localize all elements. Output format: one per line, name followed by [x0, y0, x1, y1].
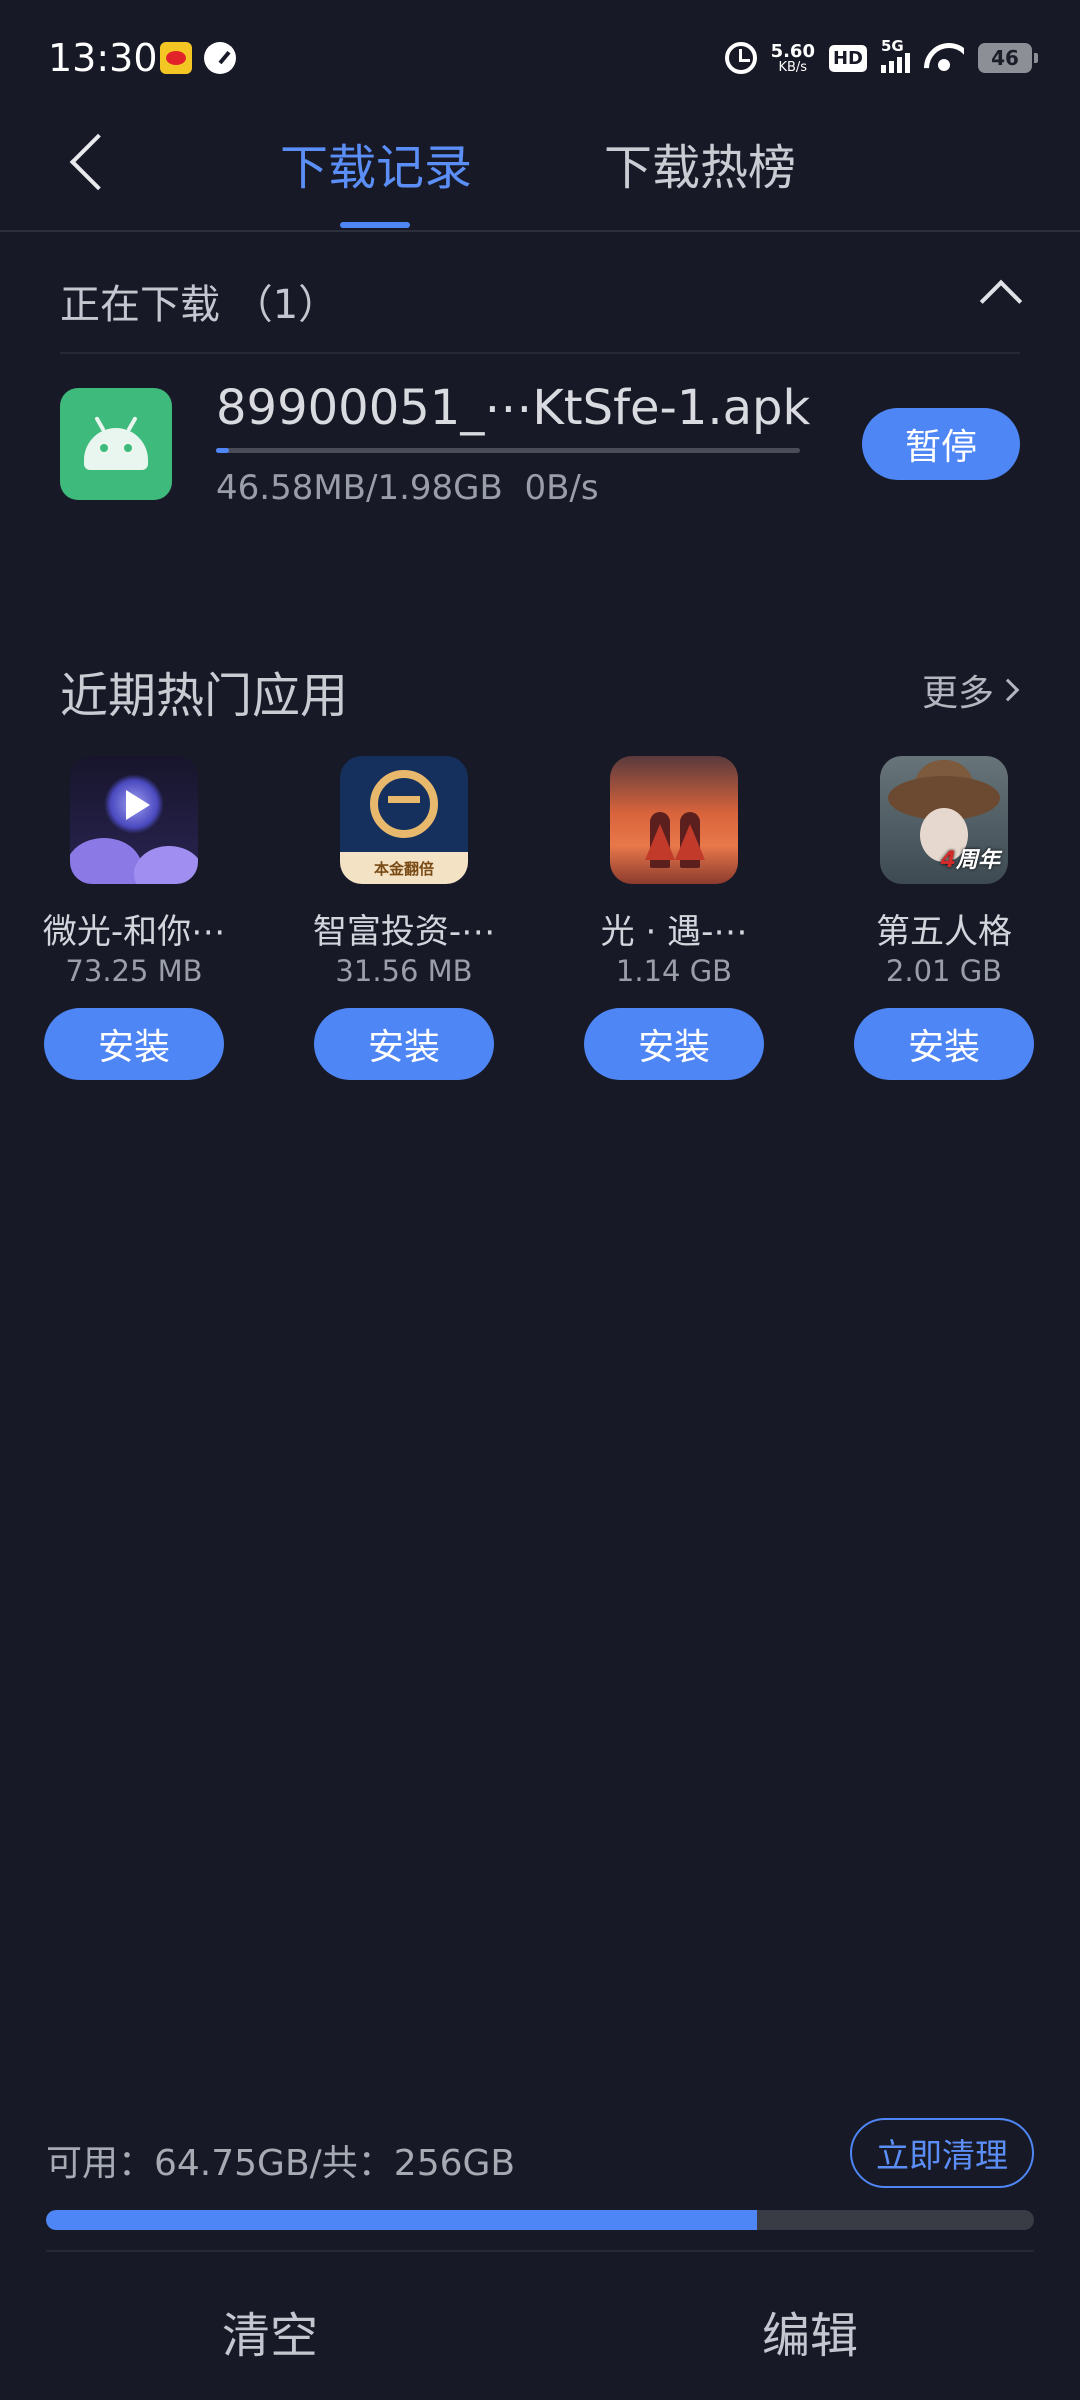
- tab-download-records[interactable]: 下载记录: [280, 128, 472, 198]
- network-speed: 5.60 KB/s: [770, 40, 815, 75]
- chevron-right-icon: [996, 678, 1020, 702]
- weibo-icon: [160, 42, 192, 74]
- install-button[interactable]: 安装: [314, 1008, 494, 1080]
- network-type: 5G: [881, 37, 904, 55]
- app-size: 31.56 MB: [335, 954, 473, 988]
- download-file-name: 89900051_⋯KtSfe-1.apk: [216, 380, 811, 436]
- tab-download-rankings[interactable]: 下载热榜: [604, 128, 796, 198]
- storage-bar: [46, 2210, 1034, 2230]
- chevron-up-icon[interactable]: [979, 279, 1023, 323]
- downloading-section-title: 正在下载 （1）: [60, 282, 339, 328]
- more-label: 更多: [922, 673, 995, 714]
- app-card[interactable]: 微光-和你⋯ 73.25 MB 安装: [43, 756, 225, 1086]
- download-progress-bar: [216, 448, 800, 453]
- battery-level: 46: [991, 46, 1019, 70]
- edit-button[interactable]: 编辑: [762, 2296, 858, 2366]
- signal-icon: 5G: [881, 37, 910, 73]
- download-meta: 46.58MB/1.98GB 0B/s: [216, 468, 599, 508]
- app-card[interactable]: 光 · 遇-⋯ 1.14 GB 安装: [584, 756, 764, 1086]
- network-speed-unit: KB/s: [778, 59, 808, 75]
- hd-icon: HD: [828, 44, 867, 72]
- header-divider: [0, 230, 1080, 232]
- status-icons: 5.60 KB/s HD 5G 46: [724, 37, 1038, 78]
- anniversary-badge: 4周年: [940, 848, 1000, 873]
- gauge-icon: [204, 42, 236, 74]
- install-button[interactable]: 安装: [854, 1008, 1034, 1080]
- app-name: 光 · 遇-⋯: [600, 912, 748, 952]
- android-icon: [60, 388, 172, 500]
- storage-bar-fill: [46, 2210, 758, 2230]
- app-card[interactable]: 4周年 第五人格 2.01 GB 安装: [854, 756, 1034, 1086]
- alarm-icon: [724, 42, 757, 74]
- battery-icon: 46: [978, 43, 1038, 73]
- section-divider: [60, 352, 1020, 354]
- wifi-icon: [924, 43, 964, 73]
- zhifu-icon-text: 本金翻倍: [340, 852, 468, 884]
- back-icon[interactable]: [69, 133, 127, 191]
- app-size: 2.01 GB: [885, 954, 1003, 988]
- bottom-divider: [46, 2250, 1034, 2252]
- install-button[interactable]: 安装: [44, 1008, 224, 1080]
- more-link[interactable]: 更多: [922, 664, 1020, 716]
- status-time: 13:30: [48, 36, 158, 80]
- download-progress-fill: [216, 448, 230, 453]
- storage-text: 可用：64.75GB/共：256GB: [46, 2143, 516, 2184]
- clean-now-button[interactable]: 立即清理: [850, 2118, 1034, 2188]
- identity-v-app-icon[interactable]: 4周年: [880, 756, 1008, 884]
- app-name: 智富投资-⋯: [312, 912, 496, 952]
- clear-button[interactable]: 清空: [222, 2296, 318, 2366]
- app-size: 1.14 GB: [615, 954, 733, 988]
- install-button[interactable]: 安装: [584, 1008, 764, 1080]
- zhifu-app-icon[interactable]: 本金翻倍: [340, 756, 468, 884]
- app-size: 73.25 MB: [65, 954, 203, 988]
- app-name: 微光-和你⋯: [42, 912, 226, 952]
- weiguang-app-icon[interactable]: [70, 756, 198, 884]
- app-card[interactable]: 本金翻倍 智富投资-⋯ 31.56 MB 安装: [313, 756, 495, 1086]
- status-bar: 13:30 5.60 KB/s HD 5G 46: [0, 0, 1080, 110]
- sky-app-icon[interactable]: [610, 756, 738, 884]
- app-name: 第五人格: [876, 912, 1012, 952]
- network-speed-value: 5.60: [770, 40, 815, 62]
- tab-indicator: [340, 222, 410, 228]
- pause-button[interactable]: 暂停: [862, 408, 1020, 480]
- hot-apps-title: 近期热门应用: [60, 668, 349, 724]
